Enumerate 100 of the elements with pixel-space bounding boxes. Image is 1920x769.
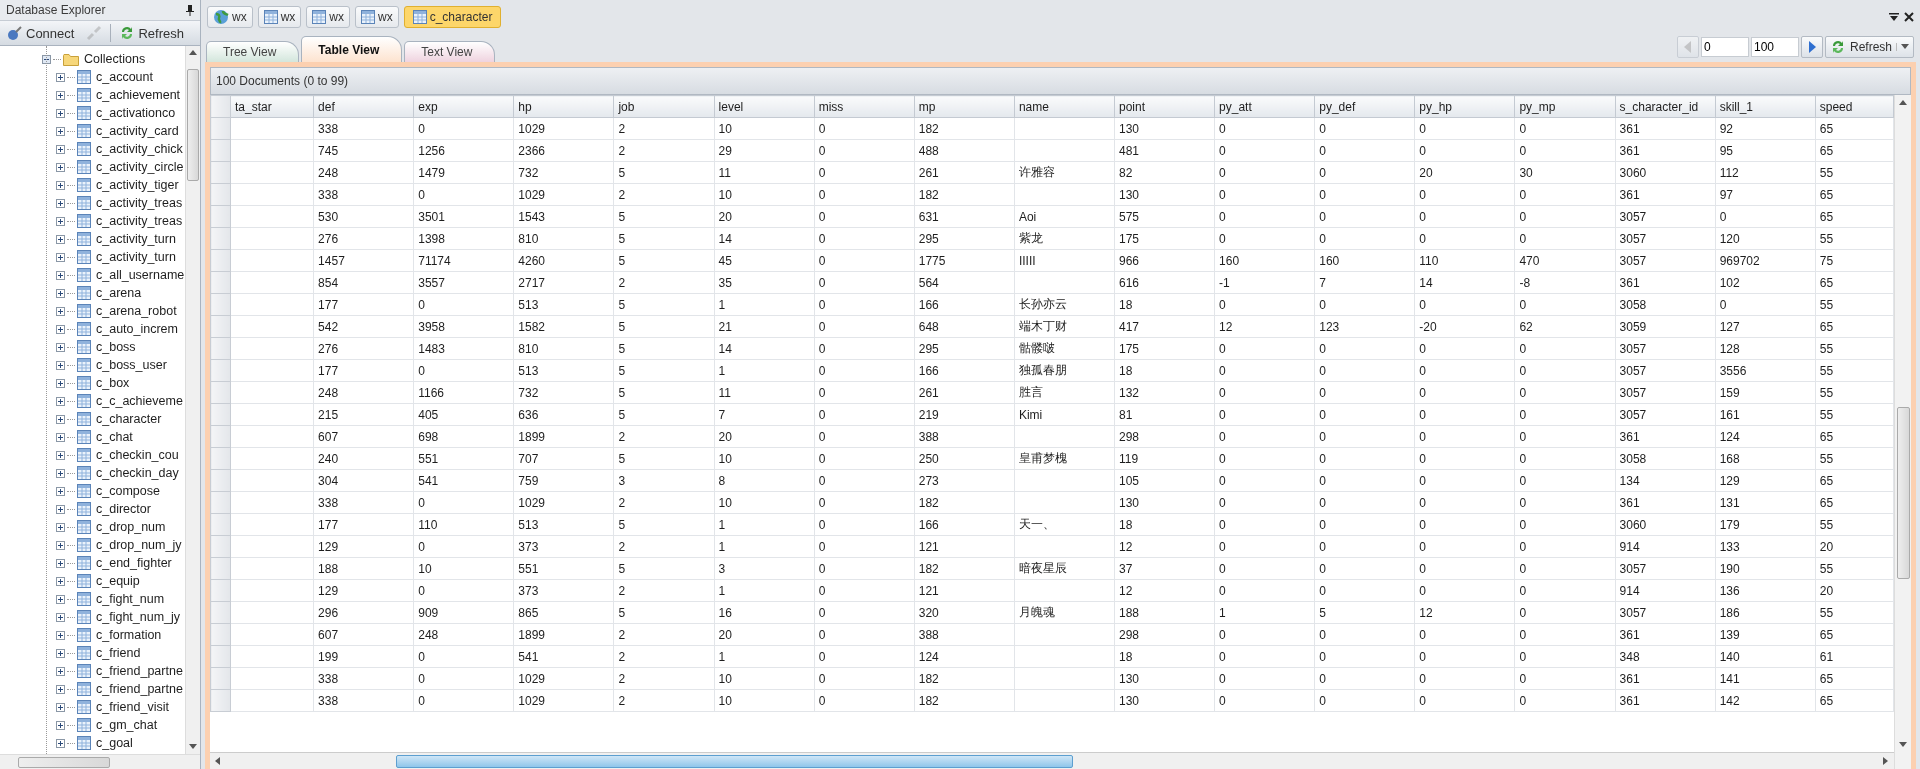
column-header[interactable]: level [714,95,815,118]
tree-item[interactable]: c_friend_partne [96,682,183,696]
tree-item[interactable]: c_end_fighter [96,556,172,570]
column-header[interactable]: name [1014,95,1115,118]
expand-icon[interactable] [56,558,65,568]
tree-item[interactable]: c_equip [96,574,140,588]
expand-icon[interactable] [56,108,65,118]
expand-icon[interactable] [56,486,65,496]
expand-icon[interactable] [56,252,65,262]
tree-item[interactable]: c_activity_turn [96,250,176,264]
tree-item[interactable]: c_gm_chat [96,718,158,732]
arrow-down-icon[interactable] [1901,43,1909,51]
view-tab[interactable]: Text View [404,41,496,62]
tree-item[interactable]: c_activity_treas [96,214,183,228]
tree-item[interactable]: c_activationco [96,106,176,120]
tree-item[interactable]: c_box [96,376,130,390]
tree-item[interactable]: c_goal [96,736,133,750]
tree-item[interactable]: c_auto_increm [96,322,178,336]
view-tab[interactable]: Tree View [206,41,300,62]
document-tab[interactable]: wx [207,6,253,28]
tree-item[interactable]: c_checkin_cou [96,448,179,462]
tree-item[interactable]: c_drop_num [96,520,166,534]
column-header[interactable]: point [1114,95,1215,118]
expand-icon[interactable] [56,126,65,136]
tree-item[interactable]: c_activity_treas [96,196,183,210]
expand-icon[interactable] [56,360,65,370]
tree-item[interactable]: c_fight_num [96,592,165,606]
tree-item[interactable]: c_director [96,502,151,516]
column-header[interactable]: speed [1815,95,1894,118]
expand-icon[interactable] [56,432,65,442]
expand-icon[interactable] [56,144,65,154]
expand-icon[interactable] [56,396,65,406]
tree-item[interactable]: c_achievement [96,88,181,102]
tree-item[interactable]: c_formation [96,628,162,642]
tree-item[interactable]: Collections [84,52,146,66]
column-header[interactable]: py_hp [1414,95,1515,118]
tree-item[interactable]: c_activity_circle [96,160,184,174]
view-tab[interactable]: Table View [301,36,403,62]
column-header[interactable]: py_def [1314,95,1415,118]
dropdown-icon[interactable] [1889,12,1899,22]
next-page-button[interactable] [1800,36,1823,58]
refresh-button[interactable]: Refresh [1824,36,1914,58]
document-tab[interactable]: wx [355,6,399,28]
scrollbar[interactable] [185,46,200,754]
tree-item[interactable]: c_account [96,70,153,84]
pin-icon[interactable] [186,4,194,16]
expand-icon[interactable] [56,414,65,424]
arrow-up-icon[interactable] [189,49,197,57]
document-tab[interactable]: c_character [403,6,502,28]
tree-item[interactable]: c_activity_chick [96,142,183,156]
column-header[interactable]: skill_1 [1715,95,1816,118]
expand-icon[interactable] [56,702,65,712]
limit-field[interactable]: 100 [1750,37,1799,57]
column-header[interactable]: py_att [1214,95,1315,118]
tree-item[interactable]: c_activity_card [96,124,179,138]
arrow-down-icon[interactable] [189,743,197,751]
expand-icon[interactable] [56,450,65,460]
column-header[interactable]: job [613,95,715,118]
expand-icon[interactable] [56,288,65,298]
expand-icon[interactable] [56,504,65,514]
expand-icon[interactable] [56,576,65,586]
expand-icon[interactable] [56,522,65,532]
column-header[interactable]: mp [914,95,1015,118]
scroll-thumb[interactable] [18,756,110,768]
tree-item[interactable]: c_friend_partne [96,664,183,678]
tree-item[interactable]: c_activity_tiger [96,178,179,192]
arrow-up-icon[interactable] [1899,99,1907,107]
column-header[interactable]: s_character_id [1615,95,1716,118]
document-tab[interactable]: wx [257,6,302,28]
tree-item[interactable]: c_character [96,412,162,426]
tree-item[interactable]: c_arena_robot [96,304,177,318]
tree-item[interactable]: c_boss [96,340,136,354]
expand-icon[interactable] [56,540,65,550]
expand-icon[interactable] [56,270,65,280]
expand-icon[interactable] [56,612,65,622]
scroll-thumb[interactable] [187,69,199,181]
arrow-down-icon[interactable] [1899,741,1907,749]
expand-icon[interactable] [56,630,65,640]
expand-icon[interactable] [56,324,65,334]
scrollbar[interactable] [0,754,200,769]
connect-button[interactable]: Connect [3,23,79,43]
expand-icon[interactable] [56,594,65,604]
scroll-thumb[interactable] [396,754,1073,768]
expand-icon[interactable] [56,180,65,190]
expand-icon[interactable] [56,198,65,208]
expand-icon[interactable] [56,216,65,226]
close-icon[interactable] [1904,12,1914,22]
expand-icon[interactable] [56,90,65,100]
expand-icon[interactable] [56,162,65,172]
tree-item[interactable]: c_compose [96,484,160,498]
column-header[interactable]: miss [814,95,915,118]
tree-item[interactable]: c_boss_user [96,358,167,372]
expand-icon[interactable] [56,666,65,676]
column-header[interactable]: ta_star [230,95,314,118]
column-header[interactable]: exp [413,95,514,118]
tree-item[interactable]: c_checkin_day [96,466,179,480]
expand-icon[interactable] [56,684,65,694]
tree-item[interactable]: c_drop_num_jy [96,538,182,552]
expand-icon[interactable] [56,342,65,352]
column-header[interactable]: def [313,95,414,118]
